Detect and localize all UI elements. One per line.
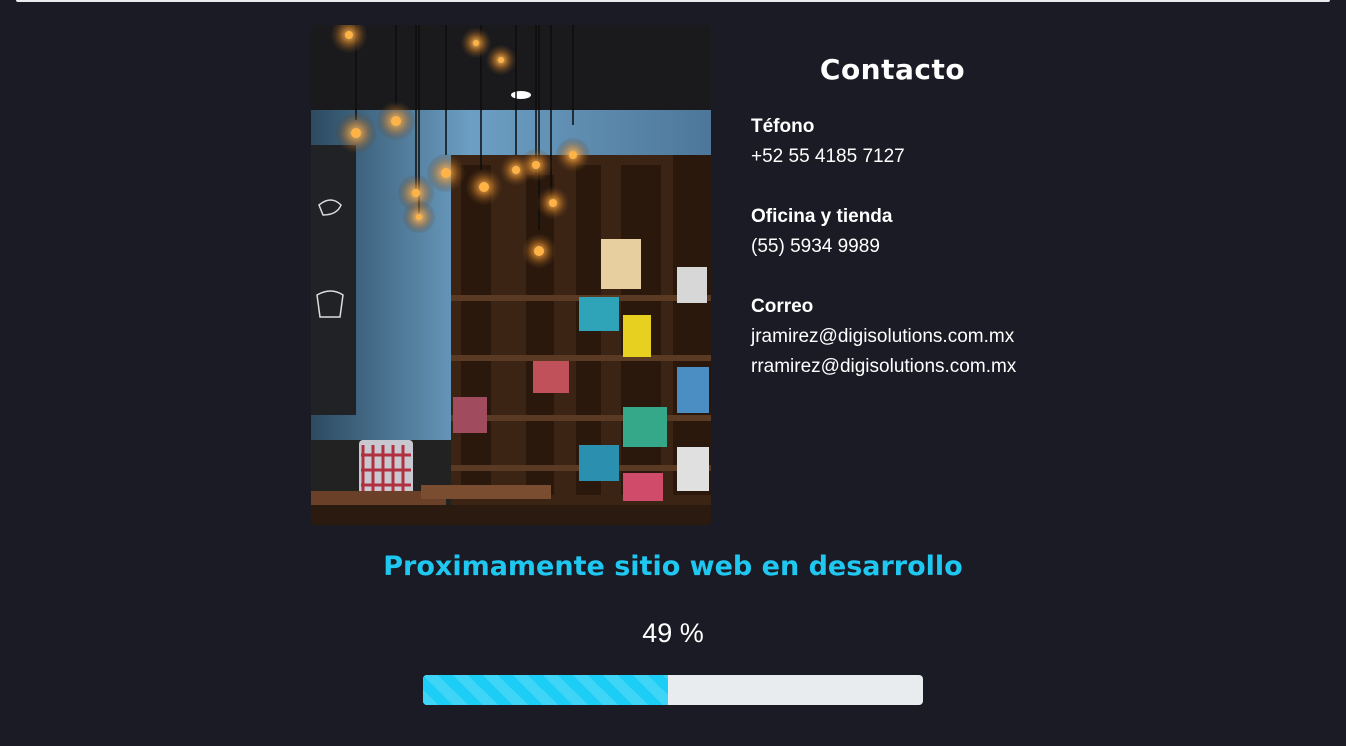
cafe-photo <box>311 25 711 525</box>
contact-title: Contacto <box>819 53 966 86</box>
email-address: jramirez@digisolutions.com.mx <box>751 326 1015 347</box>
office-label: Oficina y tienda <box>751 206 893 227</box>
phone-value: +52 55 4185 7127 <box>751 146 905 167</box>
email-label: Correo <box>751 296 814 317</box>
top-divider <box>16 0 1330 2</box>
progress-percent: 49 % <box>642 618 704 648</box>
coming-soon-heading: Proximamente sitio web en desarrollo <box>383 551 963 582</box>
contact-details: Téfono +52 55 4185 7127 Oficina y tienda… <box>751 112 1016 382</box>
phone-label: Téfono <box>751 116 815 137</box>
email-address: rramirez@digisolutions.com.mx <box>751 356 1017 377</box>
progress-fill <box>423 675 668 705</box>
office-value: (55) 5934 9989 <box>751 236 880 257</box>
progress-bar <box>423 675 923 705</box>
